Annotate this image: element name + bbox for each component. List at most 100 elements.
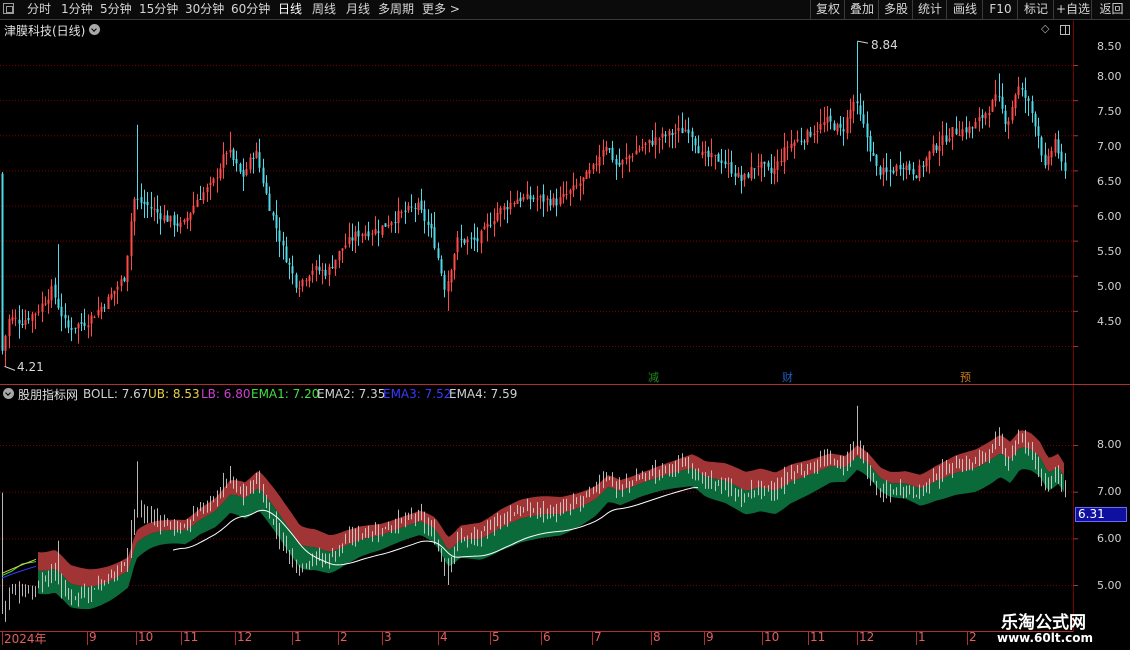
period-tab-6[interactable]: 日线 xyxy=(278,1,302,18)
low-price-label: 4.21 xyxy=(17,360,44,374)
toolbar-button-1[interactable]: 叠加 xyxy=(844,0,879,19)
period-tab-9[interactable]: 多周期 xyxy=(378,1,414,18)
candle-body xyxy=(773,168,776,175)
candle-body xyxy=(239,164,242,172)
title-dropdown-icon[interactable] xyxy=(89,24,100,35)
candle-body xyxy=(526,193,529,199)
candle-body xyxy=(664,134,667,137)
period-tab-1[interactable]: 1分钟 xyxy=(61,1,93,18)
toolbar-button-4[interactable]: 画线 xyxy=(946,0,983,19)
candle-body xyxy=(780,160,783,162)
price-tick: 4.50 xyxy=(1097,315,1122,328)
candle-body xyxy=(615,158,618,165)
candle-body xyxy=(1004,110,1007,124)
candle-body xyxy=(757,166,760,168)
toolbar-button-6[interactable]: 标记 xyxy=(1017,0,1054,19)
period-tab-0[interactable]: 分时 xyxy=(27,1,51,18)
candle-body xyxy=(958,135,961,137)
candle-body xyxy=(862,114,865,124)
candle-body xyxy=(357,230,360,237)
candle-body xyxy=(941,135,944,145)
candle-body xyxy=(806,130,809,143)
candle-body xyxy=(364,233,367,237)
candle-body xyxy=(258,152,261,168)
candle-body xyxy=(846,117,849,134)
toolbar-button-8[interactable]: 返回 xyxy=(1091,0,1130,19)
candle-body xyxy=(219,168,222,179)
candle-body xyxy=(938,146,941,152)
period-tab-7[interactable]: 周线 xyxy=(312,1,336,18)
period-tab-4[interactable]: 30分钟 xyxy=(185,1,224,18)
candle-body xyxy=(915,175,918,179)
candle-body xyxy=(681,127,684,133)
candle-body xyxy=(103,307,106,309)
candle-body xyxy=(516,199,519,204)
candle-body xyxy=(902,167,905,169)
period-tab-8[interactable]: 月线 xyxy=(346,1,370,18)
event-marker-reduce[interactable]: 减 xyxy=(647,371,660,384)
candle-body xyxy=(1064,162,1067,172)
toolbar-button-0[interactable]: 复权 xyxy=(810,0,845,19)
candle-body xyxy=(285,246,288,263)
candle-body xyxy=(783,147,786,163)
candle-body xyxy=(34,313,37,315)
event-marker-forecast[interactable]: 预 xyxy=(959,371,972,384)
toolbar-button-2[interactable]: 多股 xyxy=(878,0,913,19)
candle-body xyxy=(384,223,387,227)
candle-body xyxy=(935,145,938,151)
panel-toggle-icon[interactable] xyxy=(1060,25,1070,35)
candle-body xyxy=(433,227,436,249)
candle-body xyxy=(839,123,842,128)
period-tab-2[interactable]: 5分钟 xyxy=(100,1,132,18)
toolbar-button-5[interactable]: F10 xyxy=(982,0,1018,19)
period-tab-10[interactable]: 更多 > xyxy=(422,1,460,18)
candle-body xyxy=(503,206,506,211)
candle-body xyxy=(819,123,822,130)
candle-body xyxy=(750,167,753,179)
date-tick: 9 xyxy=(706,630,714,644)
candle-body xyxy=(1024,90,1027,98)
candle-body xyxy=(747,173,750,178)
period-tab-3[interactable]: 15分钟 xyxy=(139,1,178,18)
candle-body xyxy=(186,217,189,221)
toolbar-button-3[interactable]: 统计 xyxy=(912,0,947,19)
candle-body xyxy=(159,213,162,220)
candle-body xyxy=(677,127,680,131)
candle-body xyxy=(644,143,647,145)
candle-body xyxy=(767,162,770,167)
layout-grid-icon[interactable] xyxy=(3,3,14,14)
candle-body xyxy=(602,150,605,157)
candle-body xyxy=(743,173,746,180)
price-tick: 7.50 xyxy=(1097,105,1122,118)
candle-body xyxy=(377,231,380,233)
period-tab-5[interactable]: 60分钟 xyxy=(231,1,270,18)
indicator-tick: 6.00 xyxy=(1097,532,1122,545)
candle-body xyxy=(513,202,516,205)
candle-body xyxy=(288,262,291,265)
candle-body xyxy=(572,185,575,191)
candle-body xyxy=(714,155,717,157)
candle-body xyxy=(978,116,981,122)
candle-body xyxy=(480,230,483,244)
candle-body xyxy=(265,182,268,194)
candle-body xyxy=(331,266,334,268)
candle-body xyxy=(532,197,535,200)
candle-body xyxy=(318,266,321,271)
candle-body xyxy=(232,149,235,160)
event-marker-finance[interactable]: 财 xyxy=(781,371,794,384)
candle-body xyxy=(1027,98,1030,101)
candle-body xyxy=(176,223,179,226)
chart-canvas[interactable] xyxy=(0,20,1130,650)
candle-body xyxy=(150,206,153,209)
indicator-dropdown-icon[interactable] xyxy=(3,388,14,399)
candle-body xyxy=(625,157,628,160)
indicator-tick: 7.00 xyxy=(1097,485,1122,498)
candle-body xyxy=(542,194,545,202)
diamond-icon[interactable]: ◇ xyxy=(1041,22,1049,35)
candle-body xyxy=(57,298,60,308)
candle-body xyxy=(694,138,697,146)
toolbar-button-7[interactable]: +自选 xyxy=(1053,0,1092,19)
candle-body xyxy=(724,161,727,165)
candle-body xyxy=(605,146,608,152)
candle-body xyxy=(592,164,595,170)
